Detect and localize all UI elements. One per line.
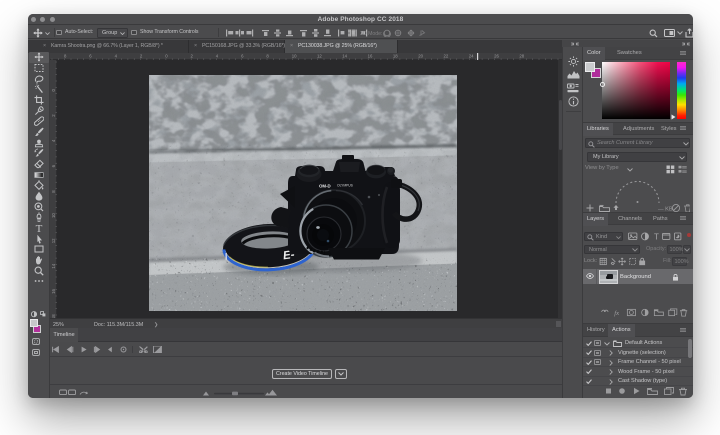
svg-text:14: 14 xyxy=(342,54,347,59)
svg-text:12: 12 xyxy=(317,54,322,59)
svg-text:18: 18 xyxy=(393,54,398,59)
svg-text:2: 2 xyxy=(51,114,56,117)
svg-text:8: 8 xyxy=(266,54,269,59)
svg-text:T: T xyxy=(35,223,42,233)
svg-text:12: 12 xyxy=(51,238,56,243)
svg-text:T: T xyxy=(654,232,659,241)
svg-text:6: 6 xyxy=(51,164,56,167)
svg-text:0: 0 xyxy=(165,54,168,59)
svg-text:3D Mode:: 3D Mode: xyxy=(360,31,383,37)
svg-text:28: 28 xyxy=(519,54,524,59)
svg-text:6: 6 xyxy=(89,54,92,59)
svg-text:OM-D: OM-D xyxy=(319,184,331,189)
svg-text:2: 2 xyxy=(191,54,194,59)
svg-text:20: 20 xyxy=(418,54,423,59)
svg-text:24: 24 xyxy=(469,54,474,59)
svg-text:8: 8 xyxy=(51,190,56,193)
svg-text:4: 4 xyxy=(51,139,56,142)
svg-text:OLYMPUS: OLYMPUS xyxy=(337,184,354,188)
svg-text:8: 8 xyxy=(64,54,67,59)
svg-text:26: 26 xyxy=(494,54,499,59)
svg-text:0: 0 xyxy=(51,89,56,92)
svg-text:4: 4 xyxy=(216,54,219,59)
svg-text:2: 2 xyxy=(140,54,143,59)
svg-text:16: 16 xyxy=(368,54,373,59)
svg-text:22: 22 xyxy=(444,54,449,59)
svg-text:4: 4 xyxy=(115,54,118,59)
svg-text:fx: fx xyxy=(614,310,619,317)
svg-text:10: 10 xyxy=(292,54,297,59)
svg-text:10: 10 xyxy=(51,213,56,218)
svg-text:16: 16 xyxy=(51,289,56,294)
svg-text:14: 14 xyxy=(51,263,56,268)
svg-text:6: 6 xyxy=(241,54,244,59)
